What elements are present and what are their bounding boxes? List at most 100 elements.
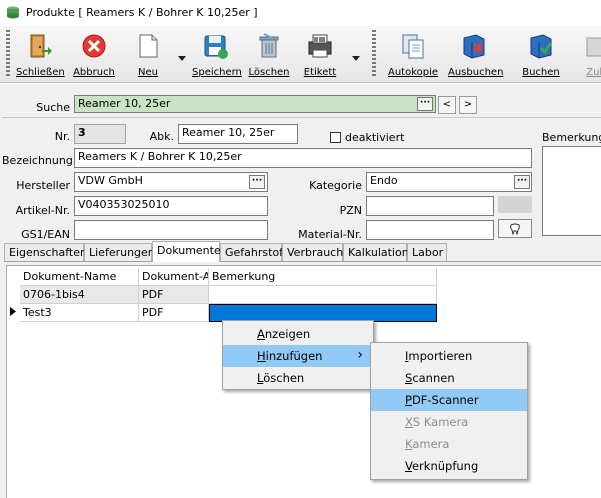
cancel-button-label: Abbruch: [73, 67, 115, 78]
book-out-button-label: Ausbuchen: [448, 67, 504, 78]
new-button[interactable]: Neu: [128, 29, 168, 79]
gs1-label: GS1/EAN: [21, 228, 70, 241]
menu-item-verknuepfung-mnemonic: V: [405, 459, 412, 473]
tab-dokumente[interactable]: Dokumente: [152, 241, 221, 262]
artikel-label: Artikel-Nr.: [15, 204, 70, 217]
grid-header-name[interactable]: Dokument-Name: [20, 268, 139, 286]
label-button[interactable]: Etikett: [300, 29, 340, 79]
gs1-input[interactable]: [74, 220, 268, 240]
delete-button[interactable]: Löschen: [248, 29, 290, 79]
save-button-label: Speichern: [192, 67, 242, 78]
tooth-button[interactable]: [498, 219, 532, 238]
prev-record-button[interactable]: <: [438, 96, 456, 114]
grid-header-bemerkung[interactable]: Bemerkung: [209, 268, 437, 286]
submenu-arrow-icon: ›: [357, 347, 363, 363]
abk-input[interactable]: Reamer 10, 25er: [178, 124, 298, 144]
menu-item-scannen-text: cannen: [412, 371, 455, 385]
window-title: Produkte [ Reamers K / Bohrer K 10,25er …: [26, 6, 258, 19]
search-lookup-button[interactable]: ···: [417, 97, 433, 111]
bemerkung-label: Bemerkung: [542, 131, 601, 144]
pzn-input[interactable]: [366, 196, 494, 216]
next-record-button[interactable]: >: [459, 96, 477, 114]
menu-item-importieren-text: mportieren: [408, 349, 473, 363]
book-in-button[interactable]: Buchen: [518, 29, 564, 79]
deaktiviert-checkbox[interactable]: [330, 132, 341, 143]
menu-item-loeschen[interactable]: Löschen: [223, 367, 373, 389]
row-indicator-empty: [8, 286, 20, 304]
toolbar: Schließen Abbruch Neu Speichern Löschen …: [0, 26, 601, 83]
menu-item-xs-kamera-mnemonic: X: [405, 415, 413, 429]
submenu: Importieren Scannen PDF-Scanner XS Kamer…: [370, 342, 528, 480]
accessories-button[interactable]: Zub: [576, 29, 601, 79]
kategorie-lookup-button[interactable]: ···: [514, 175, 530, 189]
search-input[interactable]: Reamer 10, 25er: [74, 95, 436, 113]
table-row[interactable]: Test3: [20, 304, 139, 322]
toolbar-grip[interactable]: [6, 30, 10, 78]
row-pointer-icon: [10, 307, 16, 316]
search-input-value: Reamer 10, 25er: [78, 97, 171, 110]
pzn-label: PZN: [339, 204, 362, 217]
menu-item-xs-kamera: XS Kamera: [371, 411, 527, 433]
accessories-button-label: Zub: [586, 67, 601, 78]
save-button[interactable]: Speichern: [192, 29, 242, 79]
label-button-label: Etikett: [303, 67, 337, 78]
cancel-button[interactable]: Abbruch: [72, 29, 116, 79]
bemerkung-textarea[interactable]: [542, 146, 601, 236]
nr-field: 3: [74, 124, 126, 144]
material-input[interactable]: [366, 220, 494, 240]
menu-item-hinzufuegen[interactable]: Hinzufügen ›: [223, 345, 373, 367]
menu-item-xs-kamera-text: S Kamera: [412, 415, 469, 429]
tab-kalkulation[interactable]: Kalkulation: [343, 243, 409, 261]
menu-item-hinzufuegen-mnemonic: H: [257, 349, 266, 363]
hersteller-lookup-button[interactable]: ···: [249, 175, 265, 189]
book-out-button[interactable]: Ausbuchen: [448, 29, 504, 79]
tab-lieferungen[interactable]: Lieferungen: [84, 243, 155, 261]
abk-label: Abk.: [149, 130, 174, 143]
table-row-bemerkung[interactable]: [209, 286, 437, 304]
book-out-icon: [463, 34, 485, 59]
tab-labor[interactable]: Labor: [407, 243, 447, 261]
kategorie-input[interactable]: Endo: [366, 172, 532, 192]
tab-gefahrstoff[interactable]: Gefahrstoff: [220, 243, 287, 261]
deaktiviert-label: deaktiviert: [345, 131, 405, 144]
cancel-icon: [82, 34, 106, 58]
label-dropdown-arrow-icon[interactable]: [352, 56, 360, 62]
book-in-button-label: Buchen: [522, 67, 560, 78]
new-document-icon: [139, 34, 158, 58]
table-row[interactable]: 0706-1bis4: [20, 286, 139, 304]
save-icon: [204, 35, 228, 59]
close-button-label: Schließen: [16, 67, 65, 78]
menu-item-verknuepfung[interactable]: Verknüpfung: [371, 455, 527, 477]
menu-item-scannen[interactable]: Scannen: [371, 367, 527, 389]
new-button-label: Neu: [138, 67, 158, 78]
trash-icon: [259, 33, 279, 58]
title-bar: Produkte [ Reamers K / Bohrer K 10,25er …: [0, 0, 601, 27]
toolbar-grip-2[interactable]: [372, 30, 376, 78]
menu-item-pdf-scanner-text: DF-Scanner: [411, 393, 479, 407]
grid-header-art[interactable]: Dokument-Art: [139, 268, 209, 286]
autocopy-button[interactable]: Autokopie: [388, 29, 438, 79]
menu-item-importieren[interactable]: Importieren: [371, 345, 527, 367]
hersteller-input[interactable]: VDW GmbH: [74, 172, 268, 192]
abk-value: Reamer 10, 25er: [182, 126, 275, 139]
app-icon: [7, 6, 19, 19]
tab-verbrauch[interactable]: Verbrauch: [282, 243, 343, 261]
search-label: Suche: [36, 101, 70, 114]
new-dropdown-arrow-icon[interactable]: [178, 56, 186, 62]
menu-item-kamera-text: amera: [412, 437, 450, 451]
close-button[interactable]: Schließen: [16, 29, 65, 79]
tab-eigenschaften[interactable]: Eigenschaften: [4, 243, 87, 261]
menu-item-loeschen-text: öschen: [263, 371, 305, 385]
tooth-icon: [510, 223, 520, 235]
bezeichnung-input[interactable]: Reamers K / Bohrer K 10,25er: [74, 148, 532, 168]
nr-label: Nr.: [54, 130, 70, 143]
artikel-input[interactable]: V040353025010: [74, 196, 268, 216]
pzn-action-button[interactable]: [498, 196, 532, 213]
menu-item-anzeigen[interactable]: Anzeigen: [223, 323, 373, 345]
table-row-art[interactable]: PDF: [139, 286, 209, 304]
table-row-art[interactable]: PDF: [139, 304, 209, 322]
menu-item-anzeigen-mnemonic: A: [257, 327, 265, 341]
autocopy-button-label: Autokopie: [388, 67, 439, 78]
menu-item-hinzufuegen-text: inzufügen: [265, 349, 323, 363]
menu-item-pdf-scanner[interactable]: PDF-Scanner: [371, 389, 527, 411]
